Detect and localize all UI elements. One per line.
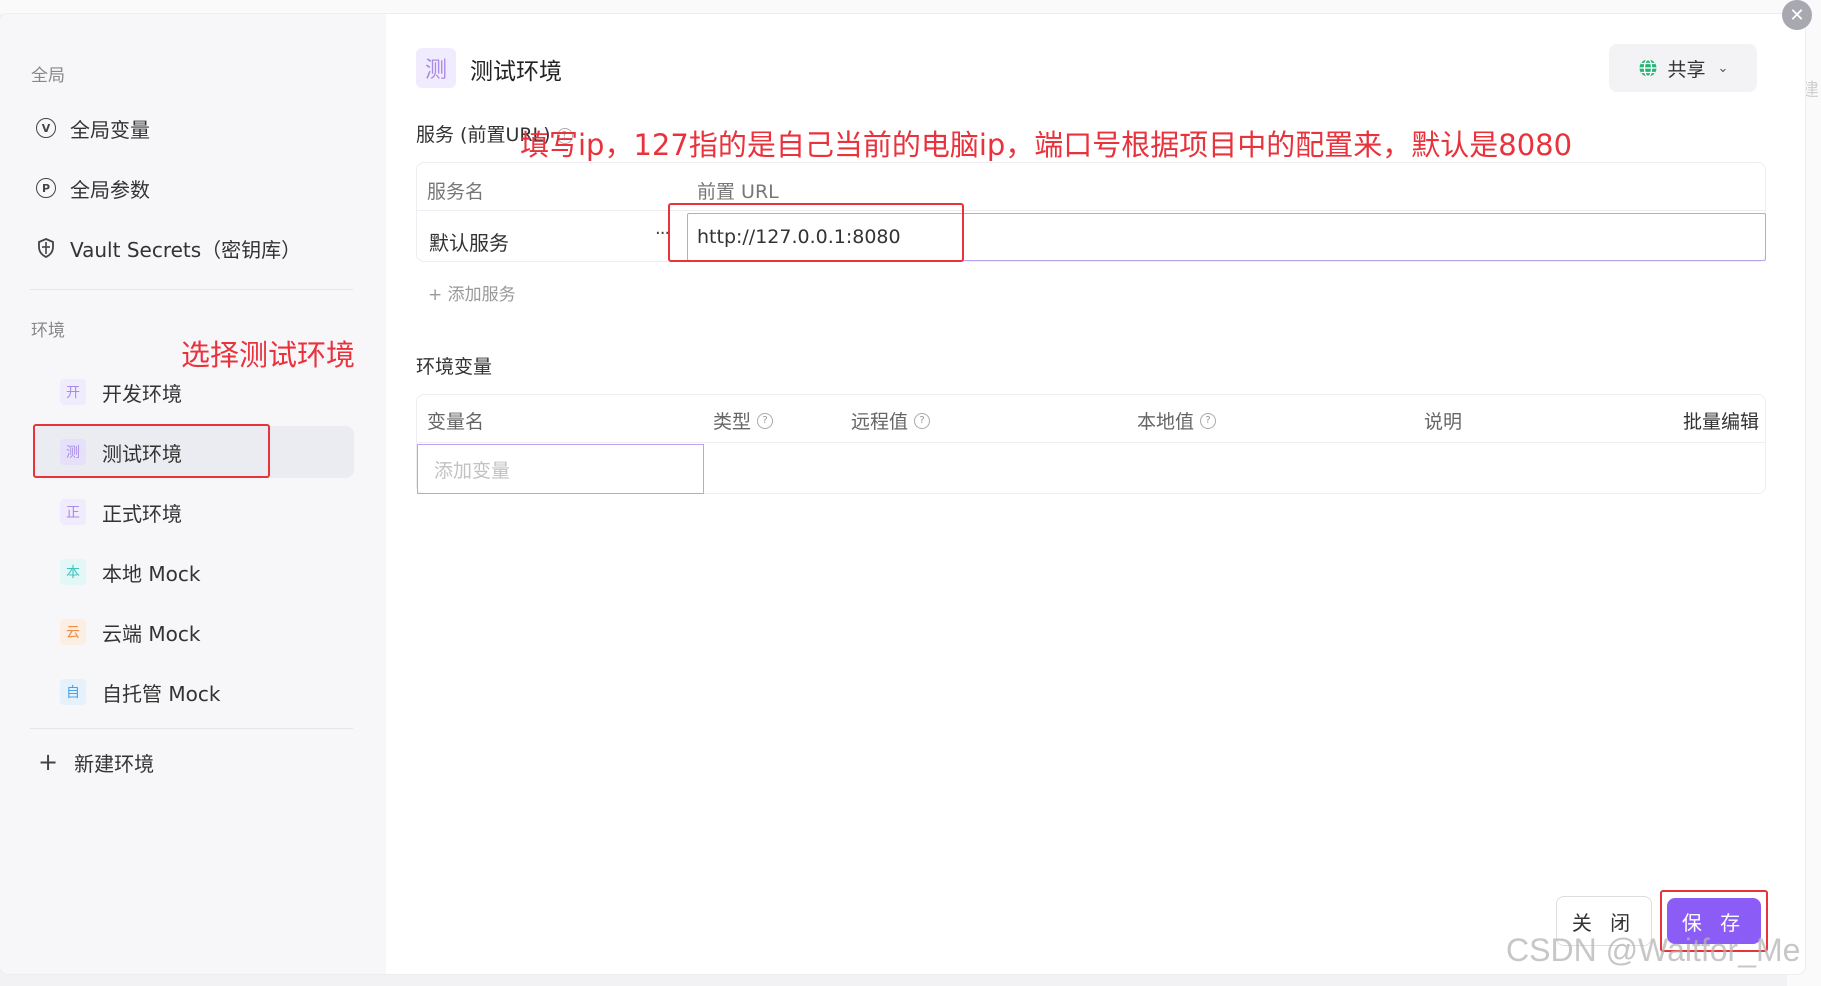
sidebar-divider	[30, 289, 353, 290]
env-label: 正式环境	[102, 501, 182, 526]
sidebar-divider	[30, 728, 353, 729]
sidebar-item-self-hosted-mock[interactable]: 自 自托管 Mock	[34, 666, 354, 718]
background-top-strip	[0, 0, 1821, 14]
column-header-type: 类型?	[713, 407, 774, 434]
screen: 建 全局 V 全局变量 P 全局参数 Vault Secrets（密钥库） 环境	[0, 0, 1821, 986]
env-badge: 开	[60, 379, 86, 405]
shield-icon	[36, 237, 56, 259]
chevron-down-icon: ⌄	[1717, 60, 1729, 76]
variables-table: 变量名 类型? 远程值? 本地值? 说明 批量编辑 添加变量	[416, 394, 1766, 494]
service-name-cell[interactable]: 默认服务	[429, 227, 509, 256]
col-remote-text: 远程值	[851, 411, 909, 433]
env-section-title: 环境	[31, 321, 65, 341]
share-dropdown[interactable]: 共享 ⌄	[1609, 44, 1757, 92]
sidebar: 全局 V 全局变量 P 全局参数 Vault Secrets（密钥库） 环境 开…	[0, 14, 386, 974]
env-label: 本地 Mock	[102, 561, 201, 586]
share-label: 共享	[1667, 58, 1706, 81]
plus-icon: +	[38, 748, 59, 776]
environment-manager-modal: 全局 V 全局变量 P 全局参数 Vault Secrets（密钥库） 环境 开…	[0, 14, 1805, 974]
help-icon[interactable]: ?	[1200, 412, 1217, 429]
annotation-fill-ip: 填写ip，127指的是自己当前的电脑ip，端口号根据项目中的配置来，默认是808…	[520, 128, 1573, 162]
services-table-header: 服务名 前置 URL	[417, 163, 1765, 211]
p-circle-icon: P	[36, 178, 56, 198]
add-variable-input[interactable]: 添加变量	[417, 444, 704, 494]
sidebar-item-local-mock[interactable]: 本 本地 Mock	[34, 546, 354, 598]
sidebar-item-label: 全局参数	[70, 177, 150, 202]
globe-icon	[1638, 58, 1658, 78]
sidebar-item-vault-secrets[interactable]: Vault Secrets（密钥库）	[36, 230, 301, 266]
variables-table-header: 变量名 类型? 远程值? 本地值? 说明 批量编辑	[417, 395, 1765, 443]
variables-section-label: 环境变量	[416, 356, 493, 378]
env-label: 云端 Mock	[102, 621, 201, 646]
close-icon[interactable]: ✕	[1782, 0, 1812, 30]
column-header-service-name: 服务名	[427, 181, 485, 203]
new-environment-button[interactable]: + 新建环境	[38, 744, 154, 780]
col-local-text: 本地值	[1137, 411, 1195, 433]
sidebar-item-global-variables[interactable]: V 全局变量	[36, 110, 150, 146]
col-type-text: 类型	[713, 411, 752, 433]
v-circle-icon: V	[36, 118, 56, 138]
main-panel: 测 测试环境 共享 ⌄ 服务 (前置URL)? 服务名 前置 URL 默认服务 …	[386, 14, 1805, 974]
column-header-var-name: 变量名	[427, 407, 484, 434]
env-badge: 正	[60, 499, 86, 525]
services-table: 服务名 前置 URL 默认服务 ··· http://127.0.0.1:808…	[416, 162, 1766, 262]
annotation-select-env: 选择测试环境	[181, 338, 356, 372]
sidebar-item-label: 全局变量	[70, 117, 150, 142]
col-desc-text: 说明	[1424, 411, 1463, 433]
column-header-remote-value: 远程值?	[851, 407, 931, 434]
page-title[interactable]: 测试环境	[470, 52, 562, 86]
env-badge: 自	[60, 679, 86, 705]
sidebar-item-global-params[interactable]: P 全局参数	[36, 170, 150, 206]
help-icon[interactable]: ?	[757, 412, 774, 429]
env-badge: 云	[60, 619, 86, 645]
sidebar-item-cloud-mock[interactable]: 云 云端 Mock	[34, 606, 354, 658]
env-badge: 本	[60, 559, 86, 585]
env-title-badge: 测	[416, 48, 456, 88]
annotation-box-url	[668, 203, 964, 262]
help-icon[interactable]: ?	[914, 412, 931, 429]
annotation-box-test-env	[33, 424, 270, 478]
column-header-base-url: 前置 URL	[697, 181, 779, 203]
watermark: CSDN @Waitfor_Me	[1506, 932, 1801, 968]
sidebar-item-prod-env[interactable]: 正 正式环境	[34, 486, 354, 538]
env-label: 自托管 Mock	[102, 681, 221, 706]
env-label: 开发环境	[102, 381, 182, 406]
global-section-title: 全局	[31, 66, 65, 86]
add-service-button[interactable]: + 添加服务	[428, 280, 516, 305]
sidebar-item-label: Vault Secrets（密钥库）	[70, 237, 302, 262]
column-header-local-value: 本地值?	[1137, 407, 1217, 434]
column-header-description: 说明	[1424, 407, 1462, 434]
new-env-label: 新建环境	[74, 751, 155, 776]
col-var-name-text: 变量名	[427, 411, 485, 433]
bulk-edit-button[interactable]: 批量编辑	[1683, 407, 1759, 434]
